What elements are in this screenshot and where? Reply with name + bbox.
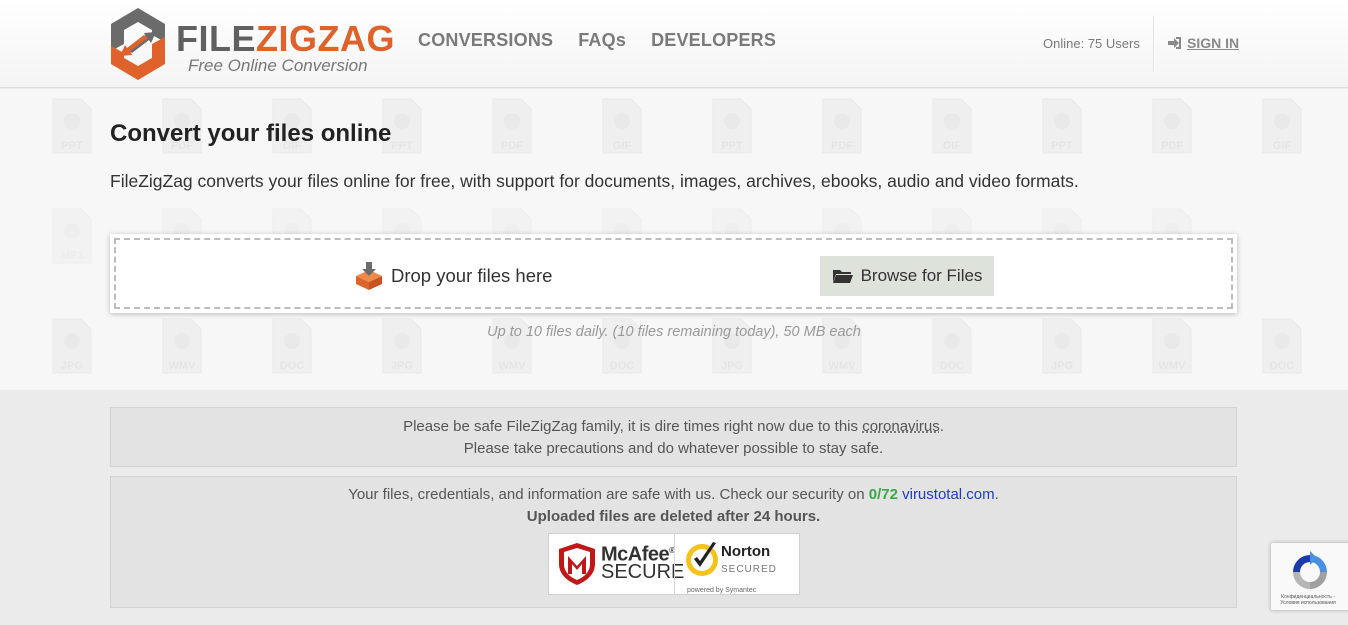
recaptcha-icon: [1293, 551, 1327, 589]
browse-files-label: Browse for Files: [860, 266, 983, 285]
norton-secured-label: SECURED: [721, 564, 777, 575]
coronavirus-notice-suffix: .: [939, 418, 944, 435]
svg-text:PDF: PDF: [831, 140, 853, 152]
svg-text:PDF: PDF: [501, 140, 523, 152]
svg-text:GIF: GIF: [613, 140, 632, 152]
nav-developers[interactable]: DEVELOPERS: [651, 30, 776, 51]
svg-text:DOC: DOC: [610, 360, 635, 372]
svg-text:WMV: WMV: [1159, 360, 1187, 372]
bg-file-icon: PDF: [822, 98, 862, 154]
mcafee-secure-badge[interactable]: McAfee® SECURE: [549, 534, 684, 594]
svg-text:DOC: DOC: [1270, 360, 1295, 372]
header-divider: [1153, 16, 1155, 72]
hero-section: PPTPDFGIFPPTPDFGIFPPTPDFGIFPPTPDFGIFMP3M…: [0, 89, 1348, 390]
svg-text:PPT: PPT: [61, 140, 83, 152]
sign-in-button[interactable]: SIGN IN: [1167, 35, 1239, 51]
security-notice-prefix: Your files, credentials, and information…: [348, 486, 869, 503]
bg-file-icon: PDF: [492, 98, 532, 154]
logo-word-file: FILE: [176, 18, 256, 59]
logo-wordmark: FILEZIGZAG: [176, 20, 395, 58]
upload-limits-text: Up to 10 files daily. (10 files remainin…: [487, 324, 861, 340]
svg-text:JPG: JPG: [61, 360, 83, 372]
site-logo[interactable]: FILEZIGZAG Free Online Conversion: [108, 6, 394, 82]
coronavirus-notice-line2: Please take precautions and do whatever …: [463, 440, 884, 457]
nav-conversions[interactable]: CONVERSIONS: [418, 30, 553, 51]
sign-in-label: SIGN IN: [1187, 35, 1240, 51]
file-drop-zone[interactable]: Drop your files here Browse for Files: [110, 234, 1237, 313]
online-users-count: Online: 75 Users: [1043, 36, 1140, 51]
folder-icon: [832, 270, 853, 283]
zigzag-logo-icon: [111, 8, 165, 80]
drop-files-label[interactable]: Drop your files here: [354, 261, 552, 291]
sign-in-icon: [1168, 37, 1181, 49]
security-notice: Your files, credentials, and information…: [110, 476, 1237, 608]
bg-file-icon: GIF: [1262, 98, 1302, 154]
page-description: FileZigZag converts your files online fo…: [110, 171, 1079, 191]
bg-file-icon: MP3: [52, 208, 92, 264]
svg-text:WMV: WMV: [829, 360, 857, 372]
bg-file-icon: GIF: [602, 98, 642, 154]
bg-file-icon: PDF: [1152, 98, 1192, 154]
norton-powered-by: powered by Symantec: [687, 587, 757, 594]
page-title: Convert your files online: [110, 120, 392, 147]
svg-text:JPG: JPG: [1051, 360, 1073, 372]
svg-text:GIF: GIF: [943, 140, 962, 152]
svg-text:PPT: PPT: [1051, 140, 1073, 152]
drop-files-text: Drop your files here: [391, 265, 553, 286]
drop-zone-dashed-border: [114, 238, 1233, 309]
mcafee-secure-label: SECURE: [601, 561, 685, 583]
nav-faqs[interactable]: FAQs: [578, 30, 626, 51]
svg-text:JPG: JPG: [721, 360, 743, 372]
svg-text:DOC: DOC: [280, 360, 305, 372]
norton-secured-badge[interactable]: Norton SECURED powered by Symantec: [674, 534, 799, 594]
virustotal-score: 0/72: [868, 486, 898, 503]
svg-text:WMV: WMV: [169, 360, 197, 372]
mcafee-shield-icon: [559, 543, 595, 585]
logo-tagline: Free Online Conversion: [188, 56, 368, 75]
svg-text:MP3: MP3: [61, 250, 84, 262]
bg-file-icon: PPT: [712, 98, 752, 154]
svg-text:PPT: PPT: [721, 140, 743, 152]
browse-files-button[interactable]: Browse for Files: [820, 256, 994, 296]
coronavirus-link[interactable]: coronavirus: [862, 418, 940, 435]
security-notice-suffix: .: [994, 486, 999, 503]
coronavirus-notice-line1: Please be safe FileZigZag family, it is …: [111, 416, 1236, 438]
svg-text:WMV: WMV: [499, 360, 527, 372]
norton-check-icon: [686, 542, 718, 576]
security-notice-line1: Your files, credentials, and information…: [111, 484, 1236, 506]
files-deleted-notice: Uploaded files are deleted after 24 hour…: [526, 508, 821, 525]
coronavirus-notice-prefix: Please be safe FileZigZag family, it is …: [403, 418, 863, 435]
svg-text:JPG: JPG: [391, 360, 413, 372]
svg-text:GIF: GIF: [1273, 140, 1292, 152]
recaptcha-privacy-terms[interactable]: Конфиденциальность - Условия использован…: [1275, 594, 1341, 606]
coronavirus-notice: Please be safe FileZigZag family, it is …: [110, 407, 1237, 467]
svg-text:PPT: PPT: [391, 140, 413, 152]
recaptcha-badge[interactable]: Конфиденциальность - Условия использован…: [1271, 543, 1348, 610]
virustotal-link[interactable]: virustotal.com: [902, 486, 995, 503]
bg-file-icon: PPT: [52, 98, 92, 154]
download-box-icon: [356, 262, 382, 290]
svg-text:DOC: DOC: [940, 360, 965, 372]
bg-file-icon: PPT: [1042, 98, 1082, 154]
security-badges: McAfee® SECURE Norton SECURED powered by…: [548, 533, 800, 595]
main-nav: CONVERSIONS FAQs DEVELOPERS: [418, 30, 776, 51]
logo-word-zigzag: ZIGZAG: [256, 18, 395, 59]
site-header: FILEZIGZAG Free Online Conversion CONVER…: [0, 0, 1348, 88]
bg-file-icon: GIF: [932, 98, 972, 154]
svg-text:PDF: PDF: [1161, 140, 1183, 152]
